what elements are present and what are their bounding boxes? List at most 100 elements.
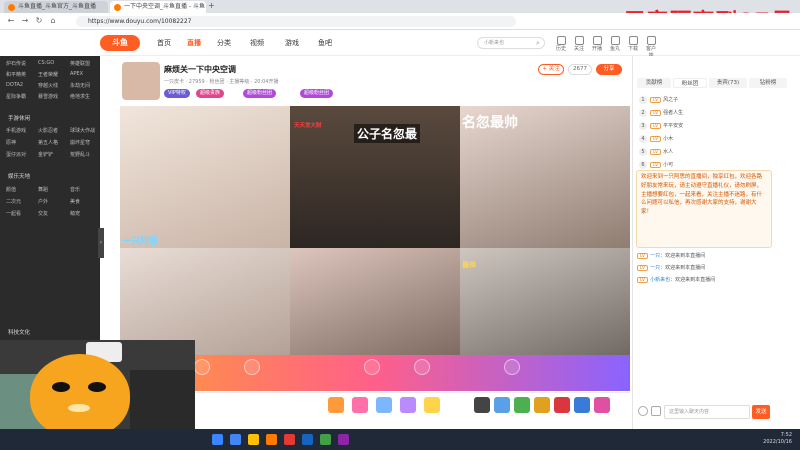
vip-badge[interactable]: VIP特权 [164, 89, 190, 98]
side-cat[interactable]: 星际争霸 [6, 93, 26, 100]
gift-icon[interactable] [376, 397, 392, 413]
gift-icon[interactable] [554, 397, 570, 413]
gift-icon[interactable] [594, 397, 610, 413]
gift-icon[interactable] [474, 397, 490, 413]
side-cat[interactable]: 球球大作战 [70, 127, 95, 134]
side-cat[interactable]: 火影忍者 [38, 127, 58, 134]
side-cat[interactable]: 舞蹈 [38, 186, 48, 193]
streamer-avatar[interactable] [122, 62, 160, 100]
share-button[interactable]: 分享 [596, 64, 622, 75]
start-icon[interactable] [212, 434, 223, 445]
gift-icon[interactable] [574, 397, 590, 413]
new-tab-icon[interactable]: + [208, 1, 215, 10]
rank-row[interactable]: 6 LV 小可 [639, 161, 789, 170]
app-icon[interactable] [284, 434, 295, 445]
reload-icon[interactable]: ↻ [34, 16, 44, 26]
side-cat[interactable]: 绝地求生 [70, 93, 90, 100]
browser-tab-1[interactable]: 斗鱼直播_斗鱼官方_斗鱼直播 [4, 1, 108, 13]
app-icon[interactable] [338, 434, 349, 445]
chrome-icon[interactable] [230, 434, 241, 445]
side-cat[interactable]: 户外 [38, 198, 48, 205]
side-cat[interactable]: CS:GO [38, 60, 54, 66]
douyu-logo[interactable]: 斗鱼 [100, 35, 140, 51]
fan-avatar[interactable] [414, 359, 430, 375]
fan-avatar[interactable] [504, 359, 520, 375]
nav-yuba[interactable]: 鱼吧 [318, 38, 332, 48]
side-cat[interactable]: 英雄联盟 [70, 60, 90, 67]
search-input[interactable]: 小新来也 [477, 37, 545, 49]
nav-video[interactable]: 视频 [250, 38, 264, 48]
side-cat[interactable]: 颜值 [6, 186, 16, 193]
url-field[interactable]: https://www.douyu.com/10082227 [76, 16, 516, 27]
explorer-icon[interactable] [248, 434, 259, 445]
search-icon[interactable]: ⌕ [536, 39, 540, 48]
side-cat[interactable]: 第五人格 [38, 139, 58, 146]
rank-row[interactable]: 5 LV 水人 [639, 148, 789, 157]
download-icon[interactable]: 下载 [626, 36, 640, 52]
video-player[interactable]: 一只阿思 天天发大财 公子名忽最 名忽最帅 最帅 [120, 106, 630, 390]
gift-icon[interactable] [494, 397, 510, 413]
gift-icon[interactable] [534, 397, 550, 413]
app-icon[interactable] [320, 434, 331, 445]
side-cat[interactable]: 交友 [38, 210, 48, 217]
side-cat[interactable]: 荒野乱斗 [70, 151, 90, 158]
side-cat[interactable]: 手机游戏 [6, 127, 26, 134]
side-cat[interactable]: 和平精英 [6, 71, 26, 78]
rank-row[interactable]: 4 LV 小木 [639, 135, 789, 144]
fishball-icon[interactable]: 鱼丸 [608, 36, 622, 52]
tab-contribution[interactable]: 贡献榜 [637, 78, 671, 88]
side-cat[interactable]: 一起看 [6, 210, 21, 217]
app-icon[interactable] [302, 434, 313, 445]
fan-avatar[interactable] [194, 359, 210, 375]
tab-diamond[interactable]: 钻粉榜 [749, 78, 787, 88]
broadcast-icon[interactable]: 开播 [590, 36, 604, 52]
side-cat[interactable]: 萌宠 [70, 210, 80, 217]
fanclub-badge[interactable]: 超级粉丝团 [243, 89, 277, 98]
side-cat[interactable]: 金铲铲 [38, 151, 53, 158]
barrage-settings-icon[interactable] [651, 406, 661, 416]
forward-icon[interactable]: → [20, 16, 30, 26]
browser-tab-2[interactable]: 一下中央空调_斗鱼直播 - 斗鱼 [110, 1, 206, 13]
sidebar-collapse-button[interactable]: ‹ [98, 228, 104, 258]
side-cat[interactable]: 蛋仔派对 [6, 151, 26, 158]
rank-row[interactable]: 1 LV 风之子 [639, 96, 789, 105]
side-cat[interactable]: 穿越火线 [38, 82, 58, 89]
follow-icon[interactable]: 关注 [572, 36, 586, 52]
gift-icon[interactable] [352, 397, 368, 413]
nav-category[interactable]: 分类 [217, 38, 231, 48]
gift-icon[interactable] [400, 397, 416, 413]
side-cat[interactable]: 炉石传说 [6, 60, 26, 67]
side-cat[interactable]: 崩坏星穹 [70, 139, 90, 146]
side-cat[interactable]: APEX [70, 71, 83, 77]
rank-row[interactable]: 3 LV 平平安安 [639, 122, 789, 131]
fanclub-badge[interactable]: 超级粉丝团 [300, 89, 334, 98]
side-cat[interactable]: 暴雪游戏 [38, 93, 58, 100]
emoji-icon[interactable] [638, 406, 648, 416]
follow-button[interactable]: + 关注 [538, 64, 564, 75]
side-cat[interactable]: 音乐 [70, 186, 80, 193]
history-icon[interactable]: 历史 [554, 36, 568, 52]
nav-home[interactable]: 首页 [157, 38, 171, 48]
side-cat[interactable]: 原神 [6, 139, 16, 146]
fan-avatar[interactable] [244, 359, 260, 375]
side-cat[interactable]: 永劫无间 [70, 82, 90, 89]
nav-game[interactable]: 游戏 [285, 38, 299, 48]
gift-icon[interactable] [514, 397, 530, 413]
side-cat[interactable]: 二次元 [6, 198, 21, 205]
rank-row[interactable]: 2 LV 强者人生 [639, 109, 789, 118]
side-cat[interactable]: DOTA2 [6, 82, 23, 88]
gift-icon[interactable] [424, 397, 440, 413]
nav-live[interactable]: 直播 [187, 38, 201, 48]
send-button[interactable]: 发送 [752, 405, 770, 419]
side-cat[interactable]: 美食 [70, 198, 80, 205]
noble-badge[interactable]: 超级贵族 [196, 89, 225, 98]
side-cat[interactable]: 王者荣耀 [38, 71, 58, 78]
gift-icon[interactable] [328, 397, 344, 413]
taskbar-clock[interactable]: 7:52 2022/10/16 [763, 432, 792, 446]
home-icon[interactable]: ⌂ [48, 16, 58, 26]
fan-avatar[interactable] [364, 359, 380, 375]
chat-input[interactable]: 这里输入聊天内容 [664, 405, 750, 419]
back-icon[interactable]: ← [6, 16, 16, 26]
tab-fanclub[interactable]: 粉丝团 [673, 78, 707, 88]
tab-guests[interactable]: 贵宾(73) [709, 78, 747, 88]
